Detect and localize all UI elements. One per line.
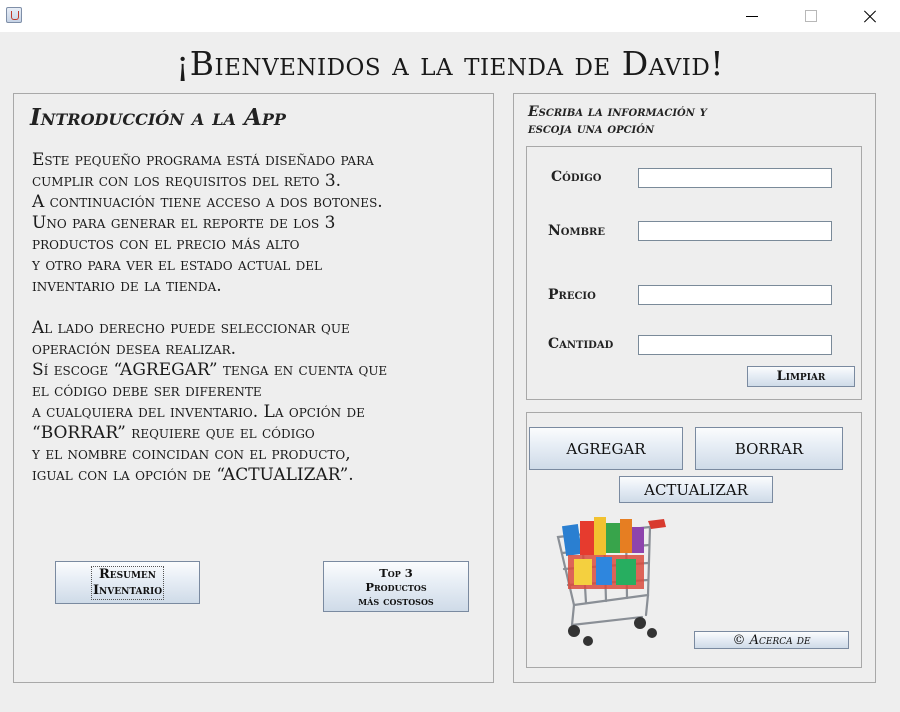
name-label: Nombre xyxy=(548,223,605,239)
form-heading: Escriba la información y escoja una opci… xyxy=(528,104,707,137)
price-label: Precio xyxy=(548,287,596,303)
title-bar xyxy=(0,0,900,32)
clear-button[interactable]: Limpiar xyxy=(747,366,855,387)
quantity-label: Cantidad xyxy=(548,336,614,352)
close-button[interactable] xyxy=(840,0,898,32)
top3-products-button[interactable]: Top 3 Productos más costosos xyxy=(323,561,469,612)
java-cup-icon xyxy=(6,7,22,23)
maximize-button[interactable] xyxy=(782,0,840,32)
top3-label-line2: Productos xyxy=(365,579,427,594)
update-button[interactable]: ACTUALIZAR xyxy=(619,476,773,503)
intro-heading: Introducción a la App xyxy=(30,104,286,131)
top3-products-label: Top 3 Productos más costosos xyxy=(358,566,433,608)
delete-button[interactable]: BORRAR xyxy=(695,427,843,470)
code-input[interactable] xyxy=(638,168,832,188)
page-title: ¡Bienvenidos a la tienda de David! xyxy=(175,44,725,83)
inventory-summary-label: Resumen Inventario xyxy=(90,565,165,600)
top3-label-line1: Top 3 xyxy=(379,565,413,580)
shopping-cart-icon xyxy=(556,517,666,646)
quantity-input[interactable] xyxy=(638,335,832,355)
top3-label-line3: más costosos xyxy=(358,593,434,608)
price-input[interactable] xyxy=(638,285,832,305)
add-button[interactable]: AGREGAR xyxy=(529,427,683,470)
inventory-summary-label-line1: Resumen xyxy=(98,566,157,582)
code-label: Código xyxy=(551,169,602,185)
intro-text: Este pequeño programa está diseñado para… xyxy=(32,150,388,485)
minimize-button[interactable] xyxy=(724,0,782,32)
about-button[interactable]: © Acerca de xyxy=(694,631,849,649)
inventory-summary-label-line2: Inventario xyxy=(92,582,163,598)
name-input[interactable] xyxy=(638,221,832,241)
inventory-summary-button[interactable]: Resumen Inventario xyxy=(55,561,200,604)
